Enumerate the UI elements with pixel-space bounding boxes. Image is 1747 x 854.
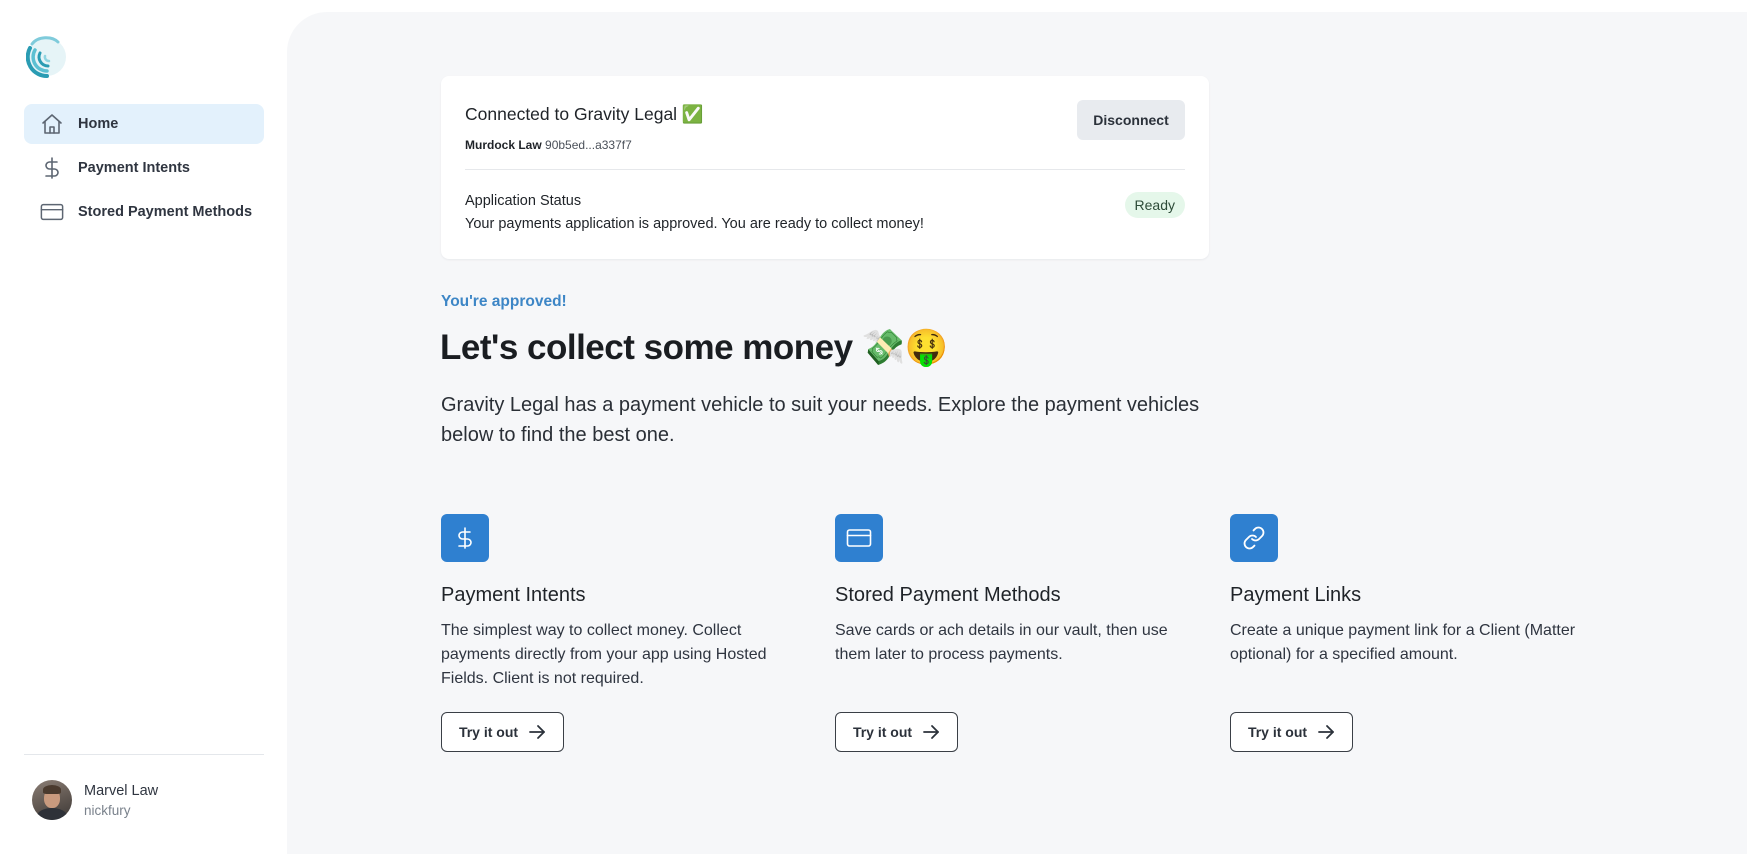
arrow-right-icon xyxy=(529,725,545,739)
card-icon xyxy=(835,514,883,562)
arrow-right-icon xyxy=(1318,725,1334,739)
avatar xyxy=(32,780,72,820)
user-name: Marvel Law xyxy=(84,782,159,799)
disconnect-button[interactable]: Disconnect xyxy=(1077,100,1185,140)
status-label: Application Status xyxy=(465,193,582,209)
page-title: Let's collect some money 💸🤑 xyxy=(440,328,948,367)
feature-description: Save cards or ach details in our vault, … xyxy=(835,622,1168,663)
arrow-right-icon xyxy=(923,725,939,739)
lead-text: Gravity Legal has a payment vehicle to s… xyxy=(441,394,1200,446)
feature-title: Payment Intents xyxy=(441,584,586,606)
connection-card: Connected to Gravity Legal ✅ Murdock Law… xyxy=(441,76,1209,259)
approved-eyebrow: You're approved! xyxy=(441,293,567,310)
sidebar-item-label: Home xyxy=(78,116,119,132)
feature-title: Stored Payment Methods xyxy=(835,584,1061,606)
user-profile[interactable]: Marvel Law nickfury xyxy=(32,780,158,820)
feature-description: Create a unique payment link for a Clien… xyxy=(1230,622,1576,663)
feature-payment-intents: Payment Intents The simplest way to coll… xyxy=(441,514,821,691)
sidebar: Home Payment Intents Stored Payment Meth… xyxy=(0,0,287,854)
app-root: Home Payment Intents Stored Payment Meth… xyxy=(0,0,1747,854)
status-description: Your payments application is approved. Y… xyxy=(465,216,924,232)
try-payment-intents-button[interactable]: Try it out xyxy=(441,712,564,752)
button-label: Try it out xyxy=(1247,724,1308,740)
sidebar-item-stored-payment-methods[interactable]: Stored Payment Methods xyxy=(24,192,264,232)
feature-description: The simplest way to collect money. Colle… xyxy=(441,622,767,687)
dollar-icon xyxy=(40,156,64,180)
try-stored-payment-methods-button[interactable]: Try it out xyxy=(835,712,958,752)
sidebar-item-label: Stored Payment Methods xyxy=(78,204,253,220)
card-icon xyxy=(40,200,64,224)
feature-stored-payment-methods: Stored Payment Methods Save cards or ach… xyxy=(835,514,1215,667)
try-payment-links-button[interactable]: Try it out xyxy=(1230,712,1353,752)
link-icon xyxy=(1230,514,1278,562)
main-content: Connected to Gravity Legal ✅ Murdock Law… xyxy=(287,12,1747,854)
sidebar-item-label: Payment Intents xyxy=(78,160,190,176)
sidebar-nav: Home Payment Intents Stored Payment Meth… xyxy=(24,104,264,236)
feature-payment-links: Payment Links Create a unique payment li… xyxy=(1230,514,1610,667)
sidebar-item-payment-intents[interactable]: Payment Intents xyxy=(24,148,264,188)
connection-id: 90b5ed...a337f7 xyxy=(545,138,632,152)
sidebar-divider xyxy=(24,754,264,755)
user-handle: nickfury xyxy=(84,802,131,818)
feature-title: Payment Links xyxy=(1230,584,1362,606)
gravity-legal-logo[interactable] xyxy=(25,34,68,79)
home-icon xyxy=(40,112,64,136)
button-label: Try it out xyxy=(458,724,519,740)
card-divider xyxy=(465,169,1185,170)
org-name: Murdock Law xyxy=(465,138,542,152)
sidebar-item-home[interactable]: Home xyxy=(24,104,264,144)
dollar-icon xyxy=(441,514,489,562)
connection-title: Connected to Gravity Legal ✅ xyxy=(465,104,704,124)
connection-account: Murdock Law 90b5ed...a337f7 xyxy=(465,138,632,152)
status-badge: Ready xyxy=(1124,192,1185,218)
user-info: Marvel Law nickfury xyxy=(84,783,158,818)
button-label: Try it out xyxy=(852,724,913,740)
